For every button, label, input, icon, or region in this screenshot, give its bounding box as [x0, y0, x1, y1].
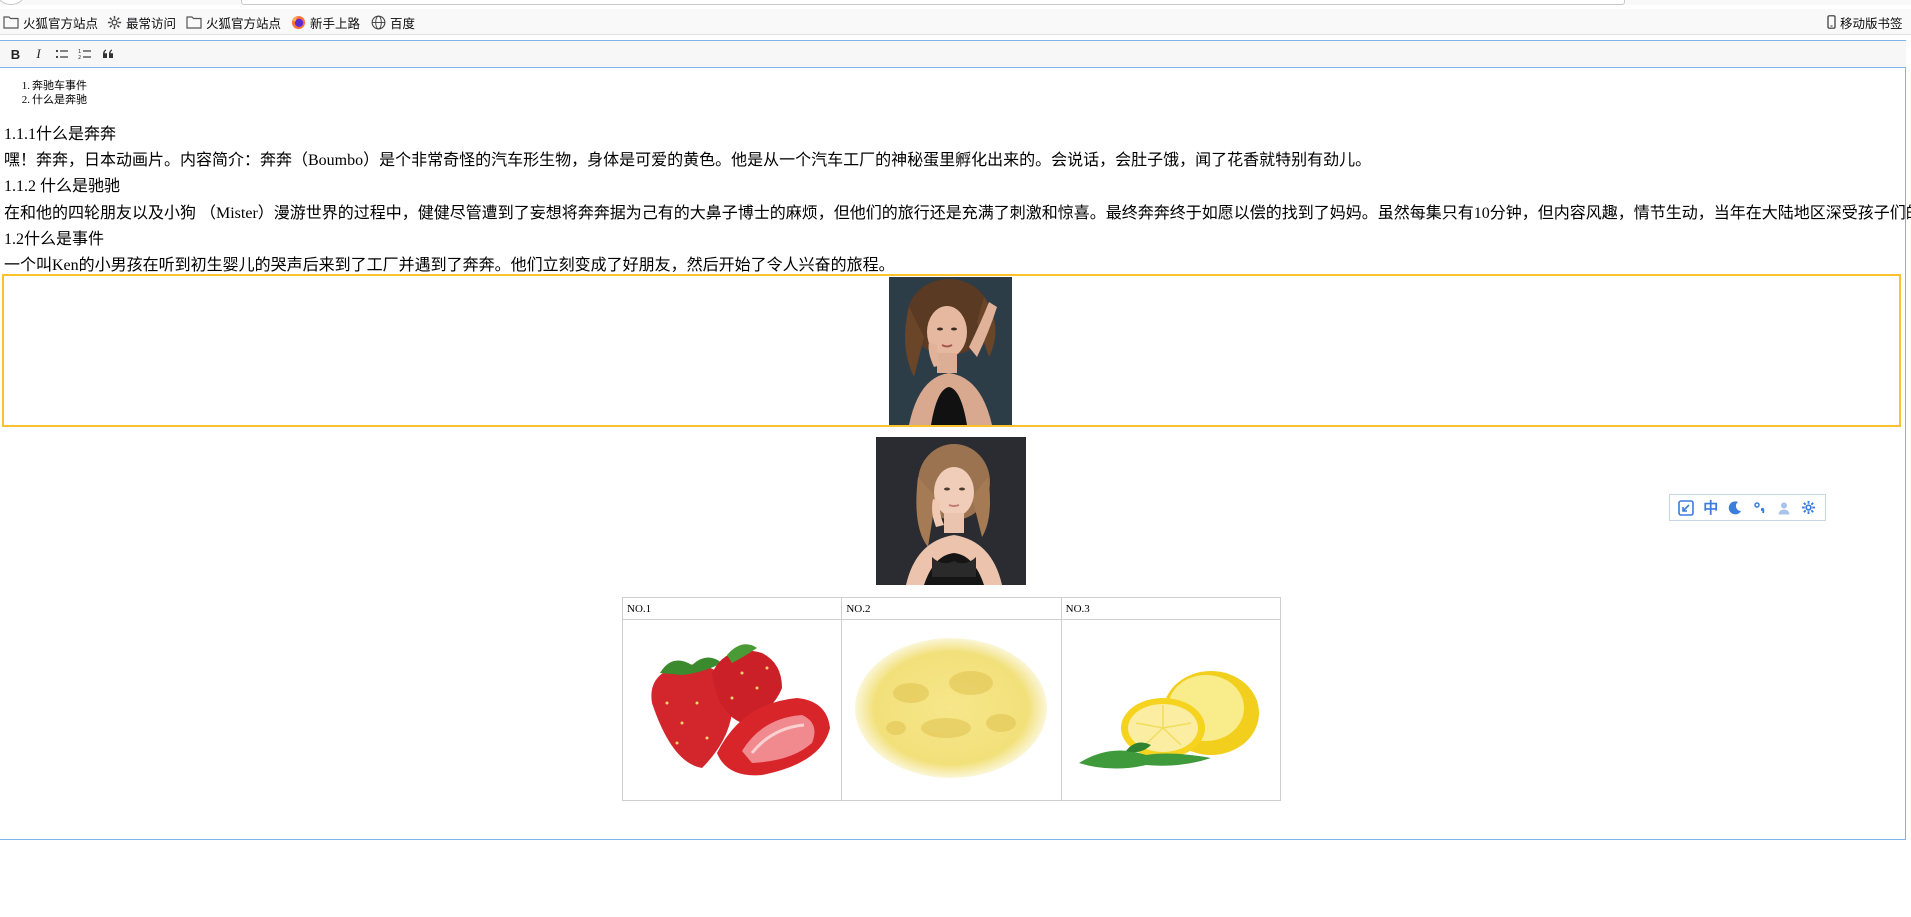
bookmark-firefox-official-2[interactable]: 火狐官方站点: [186, 12, 281, 32]
heading-1-2: 1.2什么是事件: [4, 231, 105, 248]
paragraph-1: 嘿！奔奔，日本动画片。内容简介：奔奔（Boumbo）是个非常奇怪的汽车形生物，身…: [4, 152, 1372, 169]
gear-icon: [107, 15, 122, 29]
mobile-icon: [1827, 15, 1836, 29]
editor-toolbar: B I 12: [0, 41, 1906, 68]
bookmark-getting-started[interactable]: 新手上路: [291, 12, 360, 32]
fruit-table[interactable]: NO.1 NO.2 NO.3: [621, 597, 1282, 801]
list-item-text: 奔驰车事件: [32, 80, 87, 92]
table-header-cell[interactable]: NO.1: [621, 597, 843, 620]
user-icon: [1778, 502, 1790, 514]
ordered-list: 1. 奔驰车事件 2. 什么是奔驰: [20, 79, 87, 107]
bookmark-label: 新手上路: [310, 16, 361, 31]
table-cell-moon[interactable]: [841, 619, 1062, 801]
strawberry-image: [651, 643, 831, 775]
lemon-image: [1078, 670, 1259, 769]
table-cell-strawberry[interactable]: [621, 619, 843, 801]
quote-icon: [102, 49, 113, 58]
resize-button[interactable]: [1676, 498, 1696, 518]
numbered-list-icon: 12: [78, 49, 91, 60]
table-row: [621, 619, 1282, 801]
bookmark-baidu[interactable]: 百度: [371, 12, 415, 32]
table-header-row: NO.1 NO.2 NO.3: [621, 597, 1282, 620]
blockquote-button[interactable]: [96, 43, 119, 65]
moon-icon: [1729, 500, 1742, 514]
bookmark-label: 百度: [390, 16, 416, 31]
list-item-number: 1.: [21, 80, 30, 92]
url-bar[interactable]: [241, 0, 1625, 5]
folder-icon: [3, 16, 19, 29]
bookmark-most-visited[interactable]: 最常访问: [107, 12, 176, 32]
table-header-cell[interactable]: NO.2: [841, 597, 1062, 620]
floating-ime-toolbar: 中: [1669, 494, 1826, 521]
user-button[interactable]: [1774, 498, 1794, 518]
globe-icon: [371, 15, 386, 29]
moon-mode-button[interactable]: [1725, 498, 1745, 518]
heading-1-1-2: 1.1.2 什么是驰驰: [4, 178, 121, 195]
chinese-input-toggle[interactable]: 中: [1701, 498, 1721, 518]
firefox-icon: [291, 15, 306, 29]
bookmark-label: 火狐官方站点: [206, 16, 282, 31]
bookmark-label: 火狐官方站点: [23, 16, 99, 31]
back-button[interactable]: [0, 0, 24, 5]
list-item-number: 2.: [21, 94, 30, 106]
list-item: 2. 什么是奔驰: [20, 93, 87, 107]
portrait-photo-1[interactable]: [889, 277, 1012, 425]
list-item-text: 什么是奔驰: [32, 94, 87, 106]
bullet-list-button[interactable]: [50, 43, 73, 65]
bookmarks-bar: 火狐官方站点 最常访问 火狐官方站点 新手上路 百度 移动版书签: [0, 9, 1911, 35]
folder-icon: [186, 16, 202, 29]
list-item: 1. 奔驰车事件: [20, 79, 87, 93]
resize-icon: [1678, 499, 1695, 516]
heading-1-1-1: 1.1.1什么是奔奔: [4, 126, 117, 143]
mobile-bookmarks-label: 移动版书签: [1840, 16, 1903, 31]
table-header-cell[interactable]: NO.3: [1060, 597, 1282, 620]
browser-top-strip: [0, 0, 1911, 5]
settings-button[interactable]: [1799, 498, 1819, 518]
italic-button[interactable]: I: [27, 43, 50, 65]
table-cell-lemon[interactable]: [1060, 619, 1282, 801]
punctuation-icon: [1754, 501, 1765, 513]
bookmark-firefox-official-1[interactable]: 火狐官方站点: [3, 12, 98, 32]
numbered-list-button[interactable]: 12: [73, 43, 96, 65]
paragraph-3: 一个叫Ken的小男孩在听到初生婴儿的哭声后来到了工厂并遇到了奔奔。他们立刻变成了…: [4, 257, 895, 274]
settings-icon: [1802, 500, 1816, 515]
moon-image: [855, 637, 1048, 778]
bold-button[interactable]: B: [4, 43, 27, 65]
bullet-list-icon: [55, 49, 68, 59]
bookmark-label: 最常访问: [126, 16, 177, 31]
portrait-photo-2[interactable]: [876, 437, 1026, 585]
mobile-bookmarks[interactable]: 移动版书签: [1827, 12, 1903, 32]
paragraph-2: 在和他的四轮朋友以及小狗 （Mister）漫游世界的过程中，健健尽管遭到了妄想将…: [4, 205, 1911, 222]
punctuation-button[interactable]: [1750, 498, 1770, 518]
svg-text:2: 2: [78, 55, 81, 60]
